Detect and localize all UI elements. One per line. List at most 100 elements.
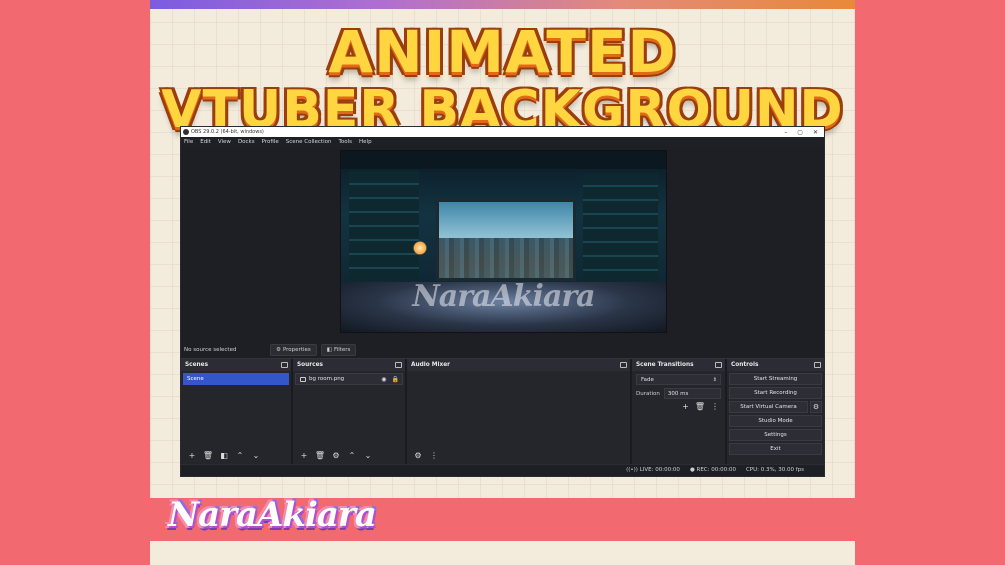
headline-line-1: ANIMATED: [328, 18, 677, 86]
scene-list-item[interactable]: Scene: [183, 373, 289, 385]
undock-icon[interactable]: [814, 362, 821, 368]
gear-icon[interactable]: ⚙: [331, 450, 341, 460]
left-shelf-shape: [349, 171, 419, 281]
poster-card-bottom: [150, 541, 855, 565]
duration-field[interactable]: 300 ms: [663, 388, 721, 399]
properties-button[interactable]: ⚙ Properties: [270, 344, 317, 356]
rec-time: REC: 00:00:00: [696, 467, 736, 473]
studio-mode-button[interactable]: Studio Mode: [729, 415, 822, 427]
window-title: OBS 29.0.2 (64-bit, windows): [191, 129, 264, 135]
transitions-header: Scene Transitions: [632, 359, 725, 371]
audio-mixer-title: Audio Mixer: [411, 362, 451, 368]
source-status-text: No source selected: [184, 347, 237, 353]
audio-mixer-header: Audio Mixer: [407, 359, 630, 371]
scenes-toolbar: + 🗑 ◧ ⌃ ⌄: [187, 450, 261, 460]
audio-mixer-dock: Audio Mixer ⚙ ⋮: [407, 359, 632, 464]
filters-label: Filters: [333, 347, 351, 353]
trash-icon[interactable]: 🗑: [315, 450, 325, 460]
exit-button[interactable]: Exit: [729, 443, 822, 455]
brand-logo: NaraAkiara: [168, 495, 377, 535]
menu-tools[interactable]: Tools: [338, 139, 352, 145]
start-recording-button[interactable]: Start Recording: [729, 387, 822, 399]
controls-title: Controls: [731, 362, 759, 368]
broadcast-icon: ((•)): [626, 467, 640, 473]
transitions-dock: Scene Transitions Fade ⇕ Duration 300 ms…: [632, 359, 727, 464]
scene-preview-image: NaraAkiara: [340, 150, 667, 333]
duration-label: Duration: [636, 390, 660, 397]
move-up-icon[interactable]: ⌃: [347, 450, 357, 460]
sources-dock: Sources bg room.png ◉ 🔒 + 🗑 ⚙ ⌃ ⌄: [293, 359, 407, 464]
properties-label: Properties: [282, 347, 311, 353]
menu-edit[interactable]: Edit: [200, 139, 211, 145]
close-button[interactable]: ✕: [813, 129, 818, 136]
trash-icon[interactable]: 🗑: [203, 450, 213, 460]
more-options-icon[interactable]: ⋮: [711, 402, 719, 411]
undock-icon[interactable]: [281, 362, 288, 368]
city-skyline-shape: [439, 238, 573, 278]
live-time: LIVE: 00:00:00: [639, 467, 680, 473]
city-window-shape: [436, 199, 576, 281]
duration-value: 300 ms: [667, 390, 689, 397]
preview-watermark: NaraAkiara: [412, 279, 595, 314]
sources-title: Sources: [297, 362, 323, 368]
undock-icon[interactable]: [620, 362, 627, 368]
audio-toolbar: ⚙ ⋮: [413, 450, 439, 460]
filter-icon: ◧: [326, 347, 332, 353]
gradient-top-bar: [150, 0, 855, 9]
menu-view[interactable]: View: [218, 139, 231, 145]
scenes-title: Scenes: [185, 362, 209, 368]
start-virtual-camera-button[interactable]: Start Virtual Camera: [729, 401, 808, 413]
chevron-updown-icon: ⇕: [712, 376, 717, 383]
menu-file[interactable]: File: [184, 139, 193, 145]
menu-scene-collection[interactable]: Scene Collection: [286, 139, 332, 145]
minimize-button[interactable]: –: [784, 129, 787, 136]
menu-docks[interactable]: Docks: [238, 139, 255, 145]
undock-icon[interactable]: [395, 362, 402, 368]
menu-bar: File Edit View Docks Profile Scene Colle…: [181, 137, 824, 146]
filter-icon[interactable]: ◧: [219, 450, 229, 460]
docks-row: Scenes Scene + 🗑 ◧ ⌃ ⌄ Sources bg room.p…: [181, 358, 824, 464]
cpu-status: CPU: 0.3%, 30.00 fps: [745, 467, 804, 473]
move-up-icon[interactable]: ⌃: [235, 450, 245, 460]
transitions-toolbar: + 🗑 ⋮: [638, 402, 719, 411]
move-down-icon[interactable]: ⌄: [363, 450, 373, 460]
maximize-button[interactable]: ▢: [797, 129, 803, 136]
more-options-icon[interactable]: ⋮: [429, 450, 439, 460]
gear-icon[interactable]: ⚙: [810, 401, 822, 413]
scenes-header: Scenes: [181, 359, 291, 371]
live-status: ((•)) LIVE: 00:00:00: [626, 467, 680, 473]
controls-dock: Controls Start Streaming Start Recording…: [727, 359, 824, 464]
start-streaming-button[interactable]: Start Streaming: [729, 373, 822, 385]
transitions-title: Scene Transitions: [636, 362, 694, 368]
transition-select[interactable]: Fade ⇕: [636, 374, 721, 385]
move-down-icon[interactable]: ⌄: [251, 450, 261, 460]
add-icon[interactable]: +: [299, 450, 309, 460]
add-icon[interactable]: +: [682, 402, 689, 411]
lock-icon[interactable]: 🔒: [392, 376, 399, 383]
window-controls: – ▢ ✕: [784, 129, 824, 136]
source-list-item[interactable]: bg room.png ◉ 🔒: [295, 373, 403, 385]
preview-area[interactable]: NaraAkiara: [181, 146, 824, 342]
menu-profile[interactable]: Profile: [262, 139, 279, 145]
transition-selected: Fade: [641, 376, 654, 383]
filters-button[interactable]: ◧ Filters: [320, 344, 357, 356]
undock-icon[interactable]: [715, 362, 722, 368]
advanced-audio-icon[interactable]: ⚙: [413, 450, 423, 460]
obs-window: OBS 29.0.2 (64-bit, windows) – ▢ ✕ File …: [180, 126, 825, 477]
controls-header: Controls: [727, 359, 824, 371]
sources-header: Sources: [293, 359, 405, 371]
image-icon: [300, 376, 306, 382]
add-icon[interactable]: +: [187, 450, 197, 460]
settings-button[interactable]: Settings: [729, 429, 822, 441]
title-bar: OBS 29.0.2 (64-bit, windows) – ▢ ✕: [181, 127, 824, 137]
scenes-dock: Scenes Scene + 🗑 ◧ ⌃ ⌄: [181, 359, 293, 464]
rec-status: ● REC: 00:00:00: [690, 467, 736, 473]
source-toolbar: No source selected ⚙ Properties ◧ Filter…: [181, 342, 824, 358]
menu-help[interactable]: Help: [359, 139, 372, 145]
duration-row: Duration 300 ms: [636, 388, 721, 399]
lamp-glow-shape: [413, 241, 427, 255]
trash-icon[interactable]: 🗑: [695, 402, 705, 411]
eye-icon[interactable]: ◉: [381, 376, 386, 383]
status-bar: ((•)) LIVE: 00:00:00 ● REC: 00:00:00 CPU…: [181, 464, 824, 475]
obs-logo-icon: [183, 129, 189, 135]
